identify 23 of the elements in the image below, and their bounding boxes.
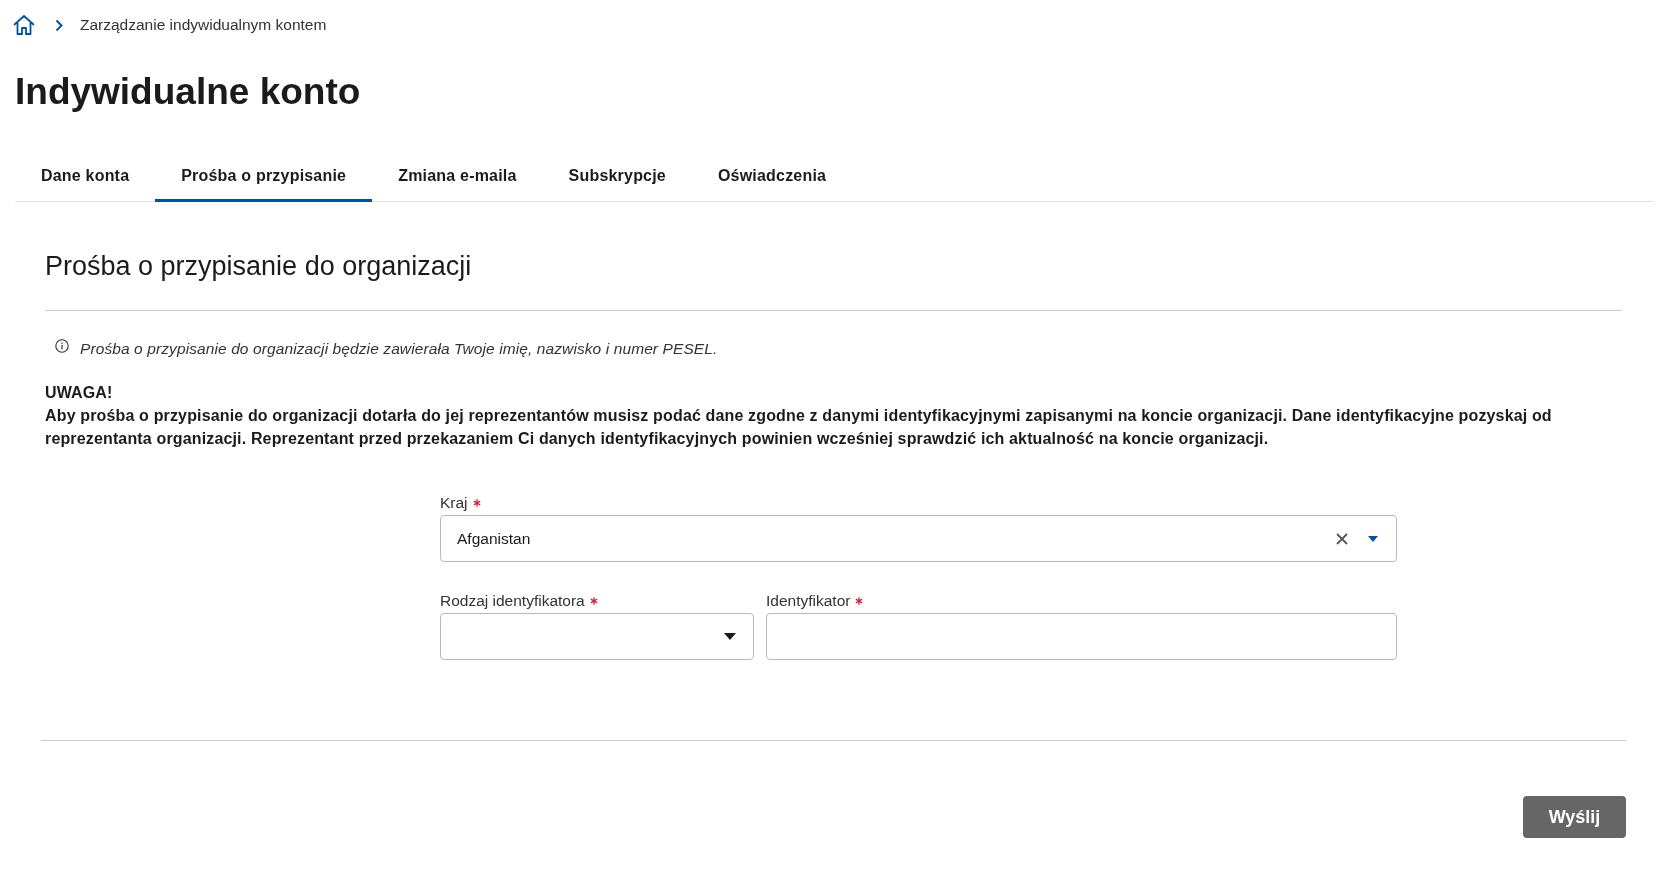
tab[interactable]: Zmiana e-maila: [372, 150, 543, 202]
tab[interactable]: Dane konta: [15, 150, 156, 202]
caret-icon: [1368, 535, 1378, 542]
chevron-icon: [55, 18, 63, 32]
country-select[interactable]: Afganistan: [440, 515, 1397, 562]
tab[interactable]: Oświadczenia: [691, 150, 853, 202]
info-icon: [55, 339, 69, 353]
caret-icon: [724, 633, 736, 640]
warning-text: Aby prośba o przypisanie do organizacji dotarła do jej reprezentantów musisz podać dane zgodne z danymi identyfikacyjnymi zapisanymi na koncie organizacji. Dane identyfikacyjne pozyskaj od reprezentanta organizacji. Reprezentant przed przekazaniem Ci danych identyfikacyjnych powinien wcześniej sprawdzić ich aktualność na koncie organizacji.: [45, 406, 1553, 449]
page-title: Indywidualne konto: [15, 70, 361, 114]
home-icon[interactable]: [13, 14, 35, 36]
field-label: Rodzaj identyfikatora: [440, 591, 585, 611]
info-text: Prośba o przypisanie do organizacji będzie zawierała Twoje imię, nazwisko i numer PESEL.: [80, 339, 718, 359]
field-label: Kraj: [440, 493, 468, 513]
warning-title: UWAGA!: [45, 383, 114, 403]
breadcrumb-current: Zarządzanie indywidualnym kontem: [80, 15, 327, 35]
tab[interactable]: Prośba o przypisanie: [155, 150, 373, 202]
input-field[interactable]: [766, 613, 1397, 660]
section-heading: Prośba o przypisanie do organizacji: [45, 250, 472, 283]
field-label: Identyfikator: [766, 591, 851, 611]
select-field[interactable]: [440, 613, 754, 660]
tab[interactable]: Subskrypcje: [542, 150, 692, 202]
close-icon[interactable]: [1336, 532, 1348, 545]
